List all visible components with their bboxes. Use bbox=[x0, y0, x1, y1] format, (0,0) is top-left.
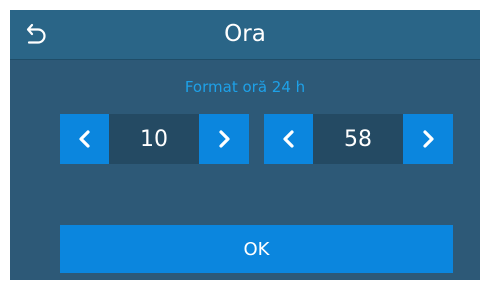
time-format-label: Format oră 24 h bbox=[184, 78, 306, 96]
time-settings-screen: Ora Format oră 24 h 10 58 OK bbox=[10, 10, 480, 280]
chevron-left-icon bbox=[283, 130, 294, 148]
hour-increment-button[interactable] bbox=[199, 114, 249, 164]
ok-button[interactable]: OK bbox=[60, 225, 453, 273]
minute-value: 58 bbox=[313, 114, 403, 164]
minute-increment-button[interactable] bbox=[403, 114, 453, 164]
minute-decrement-button[interactable] bbox=[264, 114, 314, 164]
chevron-right-icon bbox=[423, 130, 434, 148]
hour-value: 10 bbox=[109, 114, 199, 164]
header-bar: Ora bbox=[10, 10, 480, 60]
chevron-right-icon bbox=[219, 130, 230, 148]
hour-decrement-button[interactable] bbox=[60, 114, 110, 164]
back-undo-icon bbox=[26, 23, 46, 44]
page-title: Ora bbox=[224, 21, 266, 47]
chevron-left-icon bbox=[79, 130, 90, 148]
back-button[interactable] bbox=[22, 19, 52, 49]
